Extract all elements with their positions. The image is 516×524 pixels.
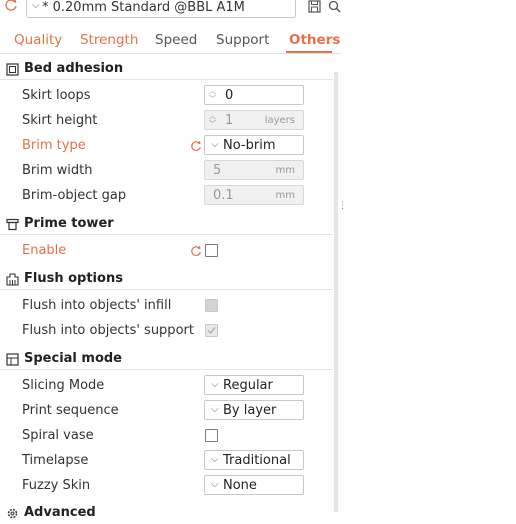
- section-title-special-mode: Special mode: [24, 351, 123, 366]
- label-skirt-height: Skirt height: [22, 113, 98, 128]
- label-timelapse: Timelapse: [22, 453, 89, 468]
- checkmark-icon: [207, 327, 216, 334]
- chevron-down-icon: ⌵: [211, 479, 219, 490]
- tab-support[interactable]: Support: [216, 32, 269, 48]
- section-title-prime-tower: Prime tower: [24, 216, 114, 231]
- chevron-down-icon: ⌵: [32, 0, 40, 11]
- skirt-loops-input[interactable]: ︿ ﹀ 0: [204, 85, 304, 105]
- label-brim-type: Brim type: [22, 138, 86, 153]
- chevron-down-icon: ⌵: [211, 404, 219, 415]
- section-divider: [0, 289, 333, 290]
- reset-icon[interactable]: [190, 140, 202, 152]
- timelapse-dropdown[interactable]: ⌵ Traditional: [204, 450, 304, 470]
- tab-quality[interactable]: Quality: [14, 32, 62, 48]
- print-sequence-dropdown[interactable]: ⌵ By layer: [204, 400, 304, 420]
- special-mode-icon: [6, 353, 19, 366]
- label-brim-width: Brim width: [22, 163, 93, 178]
- label-prime-tower-enable: Enable: [22, 243, 67, 258]
- brim-width-input: 5 mm: [204, 160, 304, 180]
- flush-support-checkbox: [205, 324, 218, 337]
- advanced-gear-icon: [6, 507, 19, 520]
- section-divider: [0, 369, 333, 370]
- reset-preset-icon[interactable]: [4, 0, 18, 12]
- brim-type-dropdown[interactable]: ⌵ No-brim: [204, 135, 304, 155]
- skirt-height-input: ︿ ﹀ 1 layers: [204, 110, 304, 130]
- label-slicing-mode: Slicing Mode: [22, 378, 105, 393]
- section-title-advanced: Advanced: [24, 505, 96, 520]
- brim-gap-input: 0.1 mm: [204, 185, 304, 205]
- resize-grip-icon[interactable]: ⋮: [338, 201, 347, 211]
- prime-tower-icon: [6, 218, 19, 231]
- flush-infill-checkbox: [205, 299, 218, 312]
- tab-divider: [0, 53, 341, 54]
- slicing-mode-dropdown[interactable]: ⌵ Regular: [204, 375, 304, 395]
- section-divider: [0, 234, 333, 235]
- chevron-down-icon: ⌵: [211, 379, 219, 390]
- label-flush-support: Flush into objects' support: [22, 323, 194, 338]
- scrollbar[interactable]: [334, 72, 338, 512]
- search-icon[interactable]: [328, 0, 341, 13]
- label-fuzzy-skin: Fuzzy Skin: [22, 478, 91, 493]
- section-divider: [0, 79, 333, 80]
- spin-arrows-icon[interactable]: ︿ ﹀: [209, 87, 219, 103]
- label-skirt-loops: Skirt loops: [22, 88, 91, 103]
- chevron-down-icon: ⌵: [211, 139, 219, 150]
- tab-others[interactable]: Others: [289, 32, 340, 48]
- reset-icon[interactable]: [190, 245, 202, 257]
- label-print-sequence: Print sequence: [22, 403, 119, 418]
- section-title-bed-adhesion: Bed adhesion: [24, 61, 124, 76]
- spiral-vase-checkbox[interactable]: [205, 429, 218, 442]
- tab-strength[interactable]: Strength: [80, 32, 138, 48]
- tab-speed[interactable]: Speed: [155, 32, 197, 48]
- label-flush-infill: Flush into objects' infill: [22, 298, 172, 313]
- preset-name: * 0.20mm Standard @BBL A1M: [42, 0, 245, 15]
- fuzzy-skin-dropdown[interactable]: ⌵ None: [204, 475, 304, 495]
- save-icon[interactable]: [308, 0, 321, 13]
- spin-arrows-icon: ︿ ﹀: [209, 112, 216, 128]
- flush-options-icon: [6, 273, 19, 286]
- chevron-down-icon: ⌵: [211, 454, 219, 465]
- prime-tower-enable-checkbox[interactable]: [205, 244, 218, 257]
- bed-adhesion-icon: [6, 63, 19, 76]
- label-spiral-vase: Spiral vase: [22, 428, 94, 443]
- label-brim-object-gap: Brim-object gap: [22, 188, 127, 203]
- section-title-flush-options: Flush options: [24, 271, 123, 286]
